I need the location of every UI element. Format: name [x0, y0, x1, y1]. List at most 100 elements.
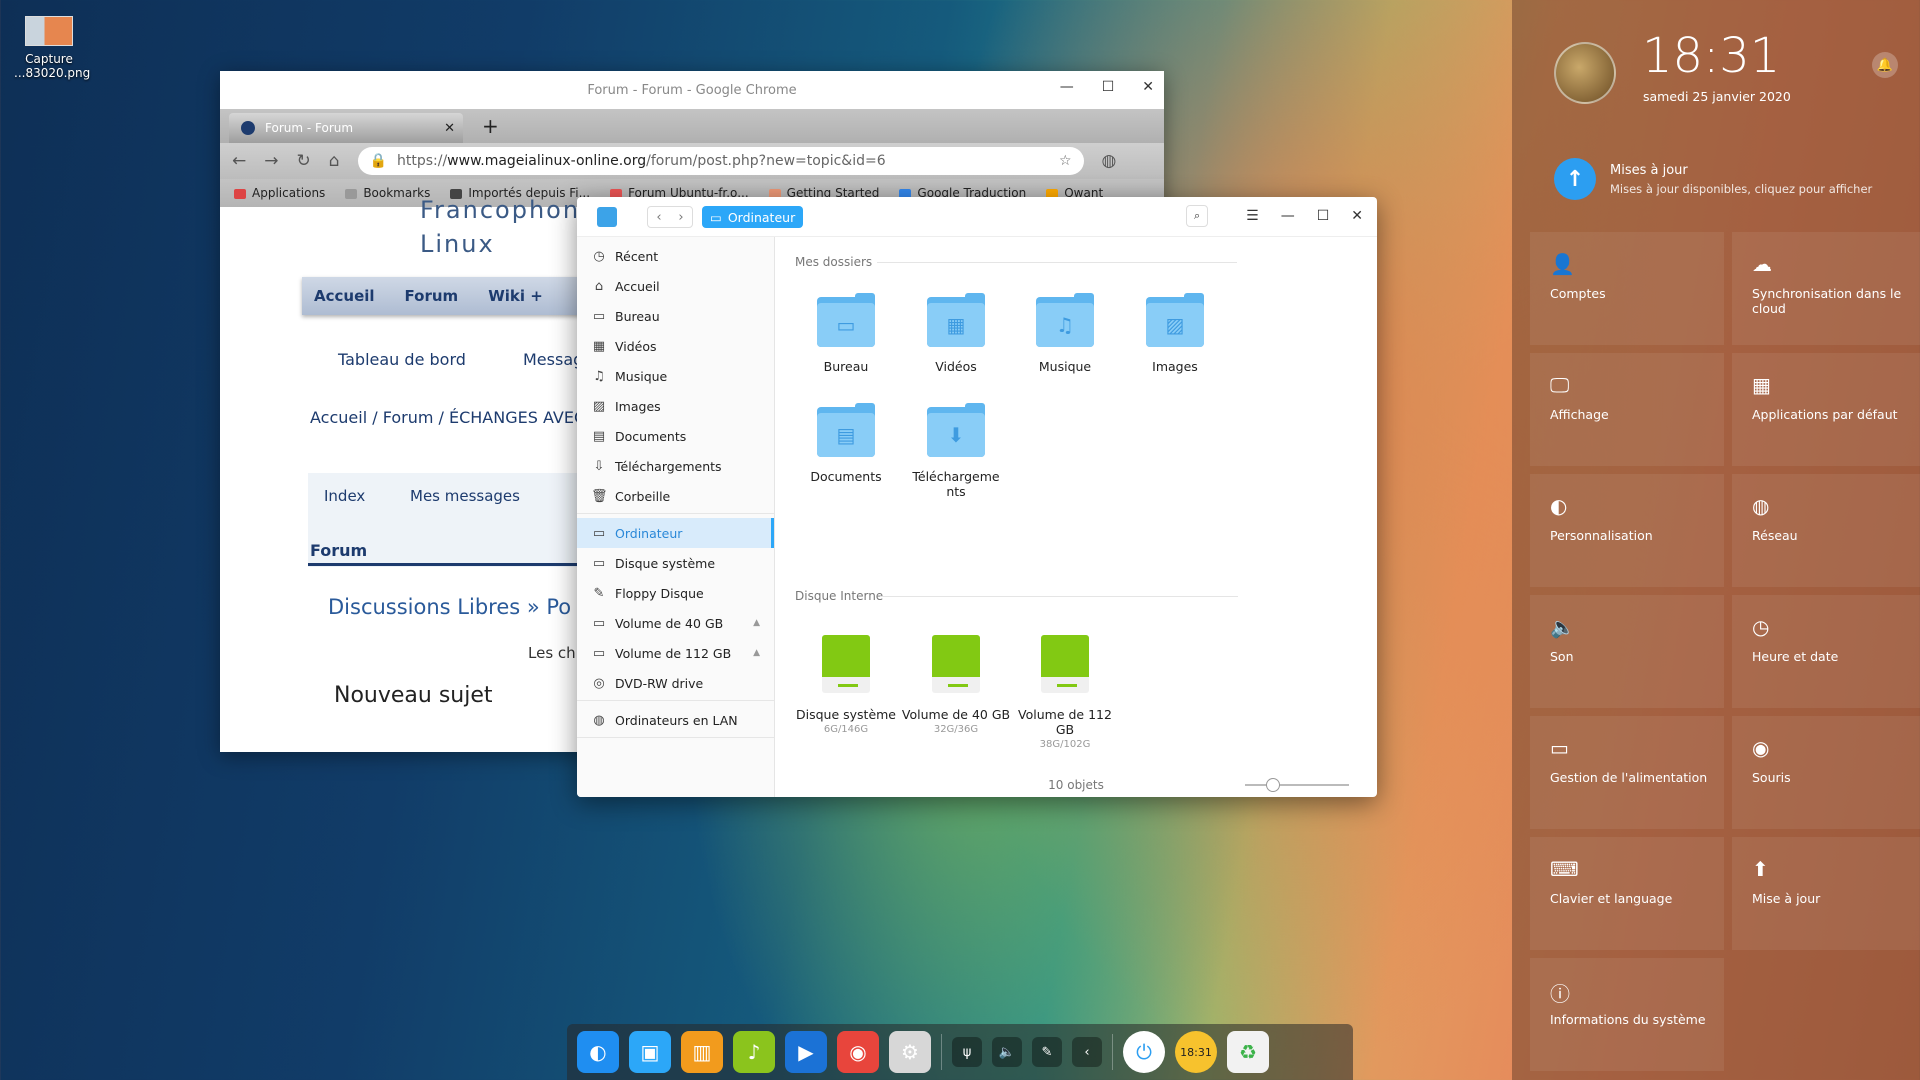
setting-mise-jour[interactable]: ⬆ Mise à jour	[1732, 837, 1920, 950]
sidebar-item-ordinateurs-en-lan[interactable]: ◍ Ordinateurs en LAN	[577, 705, 774, 735]
folder-tile[interactable]: ▦ Vidéos	[901, 293, 1011, 374]
nav-forum[interactable]: Forum	[405, 287, 459, 305]
setting-comptes[interactable]: 👤 Comptes	[1530, 232, 1724, 345]
setting-affichage[interactable]: 🖵 Affichage	[1530, 353, 1724, 466]
disk-tile[interactable]: Disque système 6G/146G	[791, 635, 901, 735]
back-icon[interactable]: ‹	[656, 210, 661, 225]
browser-tab[interactable]: Forum - Forum ✕	[229, 113, 463, 143]
zoom-slider[interactable]	[1245, 778, 1349, 792]
setting-personnalisation[interactable]: ◐ Personnalisation	[1530, 474, 1724, 587]
new-tab-button[interactable]: +	[482, 114, 499, 138]
update-notification[interactable]: ↑ Mises à jour Mises à jour disponibles,…	[1554, 158, 1872, 200]
tab-close-icon[interactable]: ✕	[444, 121, 455, 136]
bookmark-item[interactable]: Bookmarks	[345, 186, 430, 200]
messages-link[interactable]: Messag	[523, 350, 583, 369]
sidebar-item-label: Récent	[615, 248, 659, 264]
setting-informations-du-syst-me[interactable]: ⓘ Informations du système	[1530, 958, 1724, 1071]
sidebar-item-t-l-chargements[interactable]: ⇩ Téléchargements	[577, 451, 774, 481]
sidebar-item-label: DVD-RW drive	[615, 675, 704, 691]
store-icon[interactable]: ▥	[681, 1031, 723, 1073]
usb-icon[interactable]: ψ	[952, 1037, 982, 1067]
clock-icon[interactable]: 18:31	[1175, 1031, 1217, 1073]
setting-son[interactable]: 🔈 Son	[1530, 595, 1724, 708]
address-bar[interactable]: 🔒 https://www.mageialinux-online.org/for…	[357, 147, 1084, 175]
sidebar-item-images[interactable]: ▨ Images	[577, 391, 774, 421]
window-titlebar[interactable]: Forum - Forum - Google Chrome — ☐ ✕	[220, 71, 1164, 109]
power-icon[interactable]: ⏻	[1123, 1031, 1165, 1073]
setting-gestion-de-l-alimentation[interactable]: ▭ Gestion de l'alimentation	[1530, 716, 1724, 829]
settings-icon[interactable]: ⚙	[889, 1031, 931, 1073]
breadcrumb-ordinateur[interactable]: ▭ Ordinateur	[702, 206, 804, 228]
menu-icon[interactable]: ☰	[1246, 208, 1259, 224]
forward-icon[interactable]: →	[264, 151, 278, 171]
setting-clavier-et-language[interactable]: ⌨ Clavier et language	[1530, 837, 1724, 950]
desktop-file-capture[interactable]: Capture ...83020.png	[14, 16, 90, 80]
sidebar-item-ordinateur[interactable]: ▭ Ordinateur	[577, 518, 774, 548]
trash-icon[interactable]: ♻	[1227, 1031, 1269, 1073]
setting-label: Gestion de l'alimentation	[1550, 770, 1708, 785]
back-icon[interactable]: ←	[232, 151, 246, 171]
close-button[interactable]: ✕	[1351, 208, 1363, 224]
search-icon[interactable]: ⌕	[1186, 205, 1209, 227]
nav-accueil[interactable]: Accueil	[314, 287, 375, 305]
category-title[interactable]: Discussions Libres » Po	[328, 595, 571, 619]
home-icon[interactable]: ⌂	[329, 151, 340, 171]
eject-icon[interactable]: ▲	[753, 648, 760, 658]
disk-tile[interactable]: Volume de 112 GB 38G/102G	[1010, 635, 1120, 750]
minimize-button[interactable]: —	[1281, 208, 1295, 224]
video-player-icon[interactable]: ▶	[785, 1031, 827, 1073]
sidebar-item-dvd-rw-drive[interactable]: ◎ DVD-RW drive	[577, 668, 774, 698]
sidebar-item-corbeille[interactable]: 🗑 Corbeille	[577, 481, 774, 511]
maximize-button[interactable]: ☐	[1317, 208, 1330, 224]
my-messages-link[interactable]: Mes messages	[410, 487, 520, 505]
folder-tile[interactable]: ♫ Musique	[1010, 293, 1120, 374]
disk-tile[interactable]: Volume de 40 GB 32G/36G	[901, 635, 1011, 735]
folder-tile[interactable]: ▤ Documents	[791, 403, 901, 484]
collapse-icon[interactable]: ‹	[1072, 1037, 1102, 1067]
file-manager-icon[interactable]: ▣	[629, 1031, 671, 1073]
setting-applications-par-d-faut[interactable]: ▦ Applications par défaut	[1732, 353, 1920, 466]
sidebar-item-bureau[interactable]: ▭ Bureau	[577, 301, 774, 331]
disk-icon: ▭	[592, 615, 606, 631]
folder-tile[interactable]: ▨ Images	[1120, 293, 1230, 374]
bookmark-star-icon[interactable]: ☆	[1059, 153, 1072, 169]
chrome-icon[interactable]: ◉	[837, 1031, 879, 1073]
eject-icon[interactable]: ▲	[753, 618, 760, 628]
index-link[interactable]: Index	[324, 487, 365, 505]
folder-tile[interactable]: ⬇ Téléchargeme nts	[901, 403, 1011, 499]
sidebar-item-disque-syst-me[interactable]: ▭ Disque système	[577, 548, 774, 578]
minimize-button[interactable]: —	[1060, 79, 1074, 95]
close-button[interactable]: ✕	[1142, 79, 1154, 95]
sidebar-item-volume-de-40-gb[interactable]: ▭ Volume de 40 GB ▲	[577, 608, 774, 638]
setting-r-seau[interactable]: ◍ Réseau	[1732, 474, 1920, 587]
sidebar-item-floppy-disque[interactable]: ✎ Floppy Disque	[577, 578, 774, 608]
nav-wiki[interactable]: Wiki +	[488, 287, 543, 305]
sidebar-item-r-cent[interactable]: ◷ Récent	[577, 241, 774, 271]
arrow-up-icon: ↑	[1554, 158, 1596, 200]
slider-handle[interactable]	[1265, 778, 1280, 792]
music-player-icon[interactable]: ♪	[733, 1031, 775, 1073]
avatar[interactable]	[1554, 42, 1616, 104]
folder-tile[interactable]: ▭ Bureau	[791, 293, 901, 374]
sidebar-item-musique[interactable]: ♫ Musique	[577, 361, 774, 391]
setting-synchronisation-dans-le-cloud[interactable]: ☁ Synchronisation dans le cloud	[1732, 232, 1920, 345]
forward-icon[interactable]: ›	[678, 210, 683, 225]
sidebar-item-accueil[interactable]: ⌂ Accueil	[577, 271, 774, 301]
reload-icon[interactable]: ↻	[297, 151, 311, 171]
launcher-icon[interactable]: ◐	[577, 1031, 619, 1073]
fm-header[interactable]: ‹ › ▭ Ordinateur ⌕ ☰ — ☐ ✕	[577, 197, 1377, 237]
sidebar-item-vid-os[interactable]: ▦ Vidéos	[577, 331, 774, 361]
maximize-button[interactable]: ☐	[1102, 79, 1115, 95]
setting-heure-et-date[interactable]: ◷ Heure et date	[1732, 595, 1920, 708]
pen-icon[interactable]: ✎	[1032, 1037, 1062, 1067]
extension-icon[interactable]: ◍	[1102, 151, 1117, 171]
volume-icon[interactable]: 🔈	[992, 1037, 1022, 1067]
sidebar-item-volume-de-112-gb[interactable]: ▭ Volume de 112 GB ▲	[577, 638, 774, 668]
setting-icon: ◐	[1550, 494, 1568, 518]
setting-souris[interactable]: ◉ Souris	[1732, 716, 1920, 829]
breadcrumb[interactable]: Accueil / Forum / ÉCHANGES AVEC	[310, 408, 585, 427]
dashboard-link[interactable]: Tableau de bord	[338, 350, 466, 369]
sidebar-item-documents[interactable]: ▤ Documents	[577, 421, 774, 451]
bell-icon[interactable]: 🔔	[1872, 52, 1898, 78]
bookmark-item[interactable]: Applications	[234, 186, 325, 200]
